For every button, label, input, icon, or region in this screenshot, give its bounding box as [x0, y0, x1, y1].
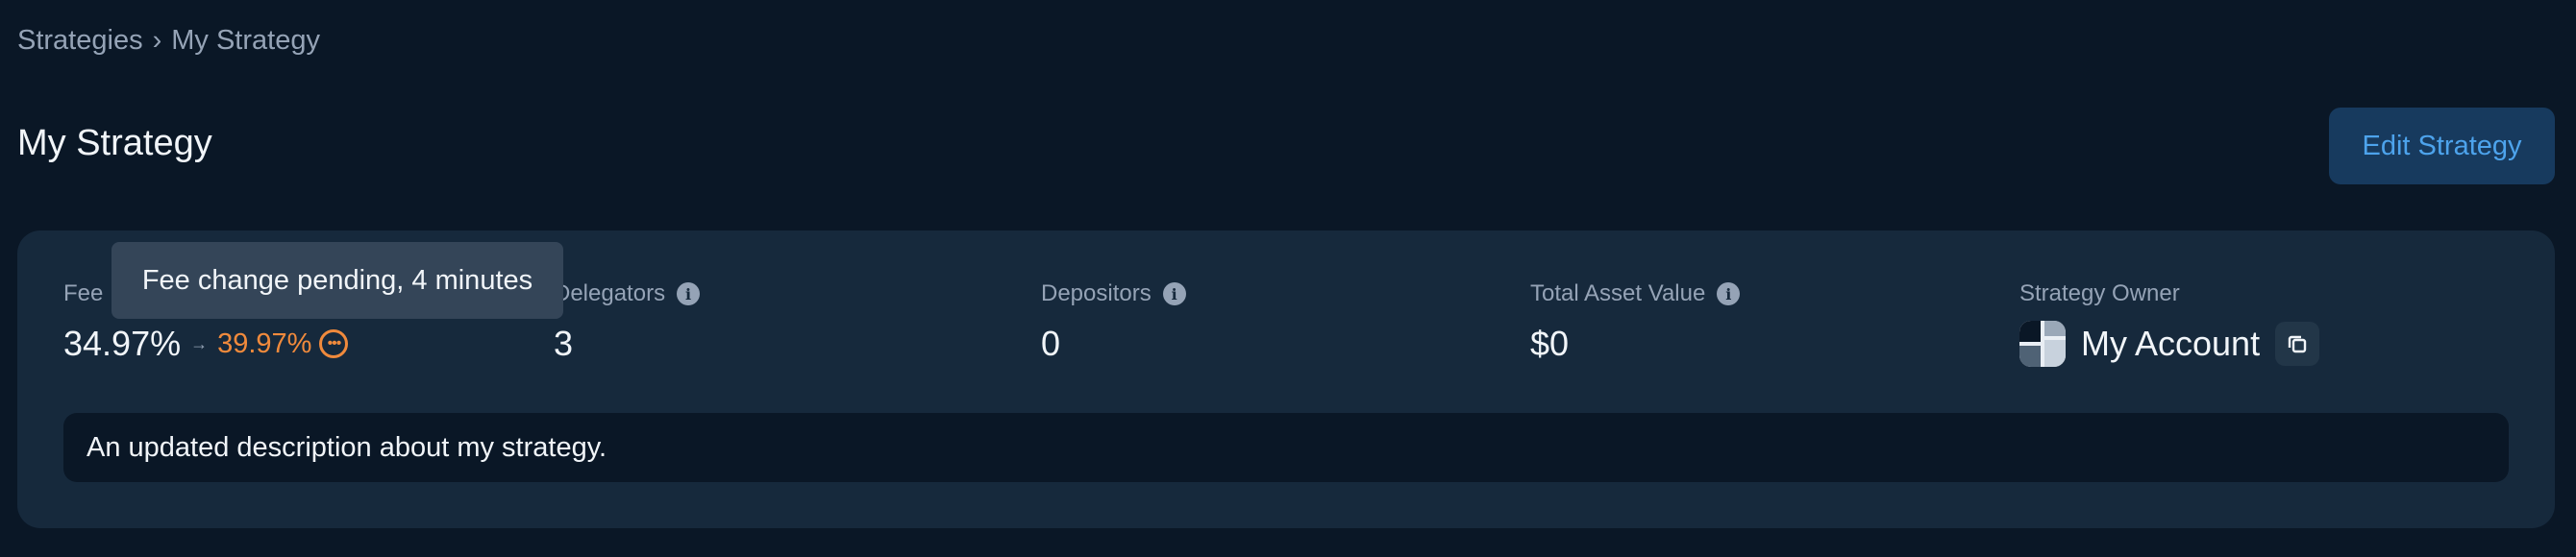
breadcrumb: Strategies › My Strategy [17, 25, 320, 57]
fee-current-value: 34.97% [63, 324, 182, 363]
edit-strategy-button[interactable]: Edit Strategy [2329, 108, 2555, 184]
strategy-description: An updated description about my strategy… [63, 413, 2509, 482]
depositors-label: Depositors [1041, 280, 1152, 306]
breadcrumb-strategies-link[interactable]: Strategies [17, 25, 143, 57]
depositors-label-row: Depositors i [1041, 278, 1186, 309]
fee-pending-value: 39.97% [217, 327, 312, 359]
arrow-right-icon: → [190, 333, 209, 353]
stat-strategy-owner: Strategy Owner My Account [2019, 278, 2320, 367]
info-icon[interactable]: i [677, 282, 701, 305]
total-asset-value: $0 [1530, 324, 1570, 363]
delegators-label: Delegators [554, 280, 666, 306]
copy-icon[interactable] [2275, 322, 2320, 366]
breadcrumb-current: My Strategy [171, 25, 320, 56]
delegators-label-row: Delegators i [554, 278, 701, 309]
total-asset-value-label: Total Asset Value [1530, 280, 1706, 306]
strategy-owner-label: Strategy Owner [2019, 280, 2180, 306]
fee-value: 34.97% → 39.97% ••• [63, 321, 349, 367]
info-icon[interactable]: i [1162, 282, 1186, 305]
stat-total-asset-value: Total Asset Value i $0 [1530, 278, 1741, 367]
page-title: My Strategy [17, 123, 212, 163]
owner-name: My Account [2081, 324, 2261, 363]
strategy-page: Strategies › My Strategy My Strategy Edi… [0, 0, 2576, 557]
avatar [2019, 321, 2066, 367]
strategy-owner-value: My Account [2019, 321, 2320, 367]
info-icon[interactable]: i [1717, 282, 1741, 305]
delegators-value: 3 [554, 324, 574, 363]
stat-delegators: Delegators i 3 [554, 278, 701, 367]
depositors-value: 0 [1041, 324, 1061, 363]
more-horizontal-circle-icon[interactable]: ••• [319, 329, 349, 358]
stat-depositors: Depositors i 0 [1041, 278, 1186, 367]
breadcrumb-separator: › [152, 25, 162, 56]
total-asset-value-label-row: Total Asset Value i [1530, 278, 1741, 309]
fee-pending-tooltip: Fee change pending, 4 minutes [111, 242, 563, 319]
